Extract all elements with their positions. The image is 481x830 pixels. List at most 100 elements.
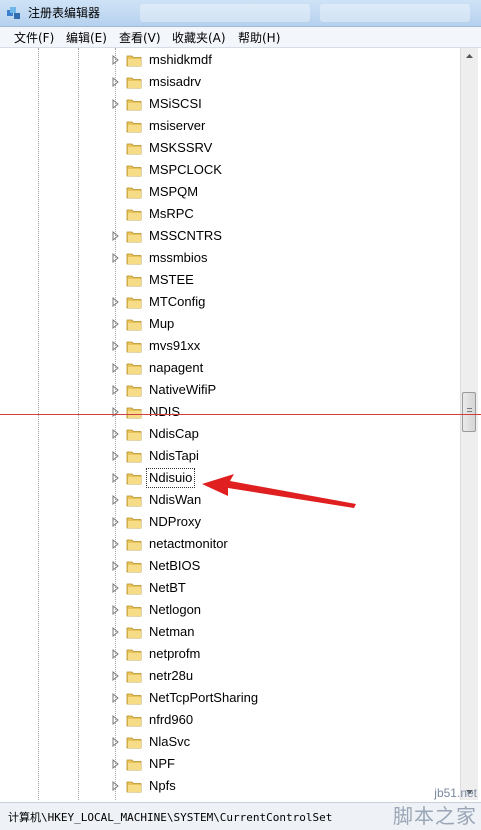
tree-node-label[interactable]: NdisWan bbox=[147, 491, 203, 509]
tree-node-label[interactable]: NetBT bbox=[147, 579, 188, 597]
tree-node-label[interactable]: Npfs bbox=[147, 777, 178, 795]
tree-node[interactable]: NDIS bbox=[6, 401, 460, 423]
expand-arrow-icon[interactable] bbox=[112, 429, 120, 439]
tree-node-label[interactable]: napagent bbox=[147, 359, 205, 377]
tree-node[interactable]: nfrd960 bbox=[6, 709, 460, 731]
vertical-scrollbar[interactable] bbox=[460, 48, 478, 800]
tree-node-label[interactable]: NDIS bbox=[147, 403, 182, 421]
tree-node[interactable]: msiserver bbox=[6, 115, 460, 137]
expand-arrow-icon[interactable] bbox=[112, 451, 120, 461]
tree-node-label[interactable]: MSPQM bbox=[147, 183, 200, 201]
tree-node[interactable]: Netman bbox=[6, 621, 460, 643]
expand-arrow-icon[interactable] bbox=[112, 77, 120, 87]
tree-node[interactable]: NetBIOS bbox=[6, 555, 460, 577]
menu-help[interactable]: 帮助(H) bbox=[238, 29, 280, 46]
tree-node-label[interactable]: NlaSvc bbox=[147, 733, 192, 751]
tree-node-label[interactable]: mssmbios bbox=[147, 249, 210, 267]
tree-node[interactable]: mvs91xx bbox=[6, 335, 460, 357]
tree-node[interactable]: MSPQM bbox=[6, 181, 460, 203]
expand-arrow-icon[interactable] bbox=[112, 319, 120, 329]
tree-node[interactable]: mssmbios bbox=[6, 247, 460, 269]
tree-node-label[interactable]: netr28u bbox=[147, 667, 195, 685]
tree-node[interactable]: MSPCLOCK bbox=[6, 159, 460, 181]
tree-node-label[interactable]: MSKSSRV bbox=[147, 139, 214, 157]
tree-node[interactable]: NlaSvc bbox=[6, 731, 460, 753]
tree-node-label[interactable]: msiserver bbox=[147, 117, 207, 135]
expand-arrow-icon[interactable] bbox=[112, 231, 120, 241]
tree-node-label[interactable]: msisadrv bbox=[147, 73, 203, 91]
expand-arrow-icon[interactable] bbox=[112, 781, 120, 791]
tree-node[interactable]: MSTEE bbox=[6, 269, 460, 291]
tree-node[interactable]: msisadrv bbox=[6, 71, 460, 93]
tree-node[interactable]: NDProxy bbox=[6, 511, 460, 533]
scrollbar-thumb[interactable] bbox=[462, 392, 476, 432]
tree-node-label[interactable]: MSSCNTRS bbox=[147, 227, 224, 245]
expand-arrow-icon[interactable] bbox=[112, 253, 120, 263]
menu-file[interactable]: 文件(F) bbox=[14, 29, 54, 46]
tree-node-label[interactable]: Netman bbox=[147, 623, 197, 641]
expand-arrow-icon[interactable] bbox=[112, 363, 120, 373]
expand-arrow-icon[interactable] bbox=[112, 99, 120, 109]
tree-node[interactable]: NdisTapi bbox=[6, 445, 460, 467]
tree-node-label[interactable]: netprofm bbox=[147, 645, 202, 663]
tree-node-label[interactable]: Netlogon bbox=[147, 601, 203, 619]
expand-arrow-icon[interactable] bbox=[112, 627, 120, 637]
tree-node-label[interactable]: NPF bbox=[147, 755, 177, 773]
scroll-up-icon[interactable] bbox=[461, 48, 478, 65]
tree-node[interactable]: NativeWifiP bbox=[6, 379, 460, 401]
tree-node-label[interactable]: MSTEE bbox=[147, 271, 196, 289]
expand-arrow-icon[interactable] bbox=[112, 297, 120, 307]
tree-node[interactable]: MsRPC bbox=[6, 203, 460, 225]
menu-view[interactable]: 查看(V) bbox=[119, 29, 161, 46]
tree-node-label[interactable]: NdisCap bbox=[147, 425, 201, 443]
tree-node-label[interactable]: MSPCLOCK bbox=[147, 161, 224, 179]
tree-node-label[interactable]: nfrd960 bbox=[147, 711, 195, 729]
tree-node-label[interactable]: NativeWifiP bbox=[147, 381, 218, 399]
tree-node[interactable]: netactmonitor bbox=[6, 533, 460, 555]
tree-node-label[interactable]: NetBIOS bbox=[147, 557, 202, 575]
expand-arrow-icon[interactable] bbox=[112, 671, 120, 681]
expand-arrow-icon[interactable] bbox=[112, 605, 120, 615]
tree-node[interactable]: mshidkmdf bbox=[6, 49, 460, 71]
expand-arrow-icon[interactable] bbox=[112, 495, 120, 505]
tree-node-label[interactable]: MTConfig bbox=[147, 293, 207, 311]
tree-node-label[interactable]: NdisTapi bbox=[147, 447, 201, 465]
tree-node[interactable]: NPF bbox=[6, 753, 460, 775]
tree-node[interactable]: netr28u bbox=[6, 665, 460, 687]
expand-arrow-icon[interactable] bbox=[112, 55, 120, 65]
expand-arrow-icon[interactable] bbox=[112, 759, 120, 769]
expand-arrow-icon[interactable] bbox=[112, 737, 120, 747]
expand-arrow-icon[interactable] bbox=[112, 473, 120, 483]
expand-arrow-icon[interactable] bbox=[112, 407, 120, 417]
tree-node[interactable]: MSKSSRV bbox=[6, 137, 460, 159]
tree-node-label[interactable]: MSiSCSI bbox=[147, 95, 204, 113]
tree-node-label[interactable]: mvs91xx bbox=[147, 337, 202, 355]
tree-node-label[interactable]: Ndisuio bbox=[145, 468, 196, 488]
expand-arrow-icon[interactable] bbox=[112, 649, 120, 659]
tree-node-label[interactable]: NetTcpPortSharing bbox=[147, 689, 260, 707]
expand-arrow-icon[interactable] bbox=[112, 561, 120, 571]
menu-edit[interactable]: 编辑(E) bbox=[66, 29, 107, 46]
menu-favorites[interactable]: 收藏夹(A) bbox=[172, 29, 226, 46]
expand-arrow-icon[interactable] bbox=[112, 693, 120, 703]
expand-arrow-icon[interactable] bbox=[112, 715, 120, 725]
tree-node[interactable]: NetBT bbox=[6, 577, 460, 599]
expand-arrow-icon[interactable] bbox=[112, 341, 120, 351]
tree-node-label[interactable]: Mup bbox=[147, 315, 176, 333]
expand-arrow-icon[interactable] bbox=[112, 539, 120, 549]
tree-node[interactable]: MSSCNTRS bbox=[6, 225, 460, 247]
tree-node[interactable]: netprofm bbox=[6, 643, 460, 665]
registry-key-tree[interactable]: mshidkmdf msisadrv MSiSCSI msiserver MSKSSRV… bbox=[6, 48, 460, 800]
expand-arrow-icon[interactable] bbox=[112, 385, 120, 395]
tree-node[interactable]: MTConfig bbox=[6, 291, 460, 313]
expand-arrow-icon[interactable] bbox=[112, 517, 120, 527]
tree-node[interactable]: NdisCap bbox=[6, 423, 460, 445]
tree-node-label[interactable]: mshidkmdf bbox=[147, 51, 214, 69]
tree-node[interactable]: napagent bbox=[6, 357, 460, 379]
tree-node-label[interactable]: MsRPC bbox=[147, 205, 196, 223]
tree-node[interactable]: NetTcpPortSharing bbox=[6, 687, 460, 709]
tree-node[interactable]: Npfs bbox=[6, 775, 460, 797]
tree-node[interactable]: Mup bbox=[6, 313, 460, 335]
tree-node-label[interactable]: netactmonitor bbox=[147, 535, 230, 553]
expand-arrow-icon[interactable] bbox=[112, 583, 120, 593]
